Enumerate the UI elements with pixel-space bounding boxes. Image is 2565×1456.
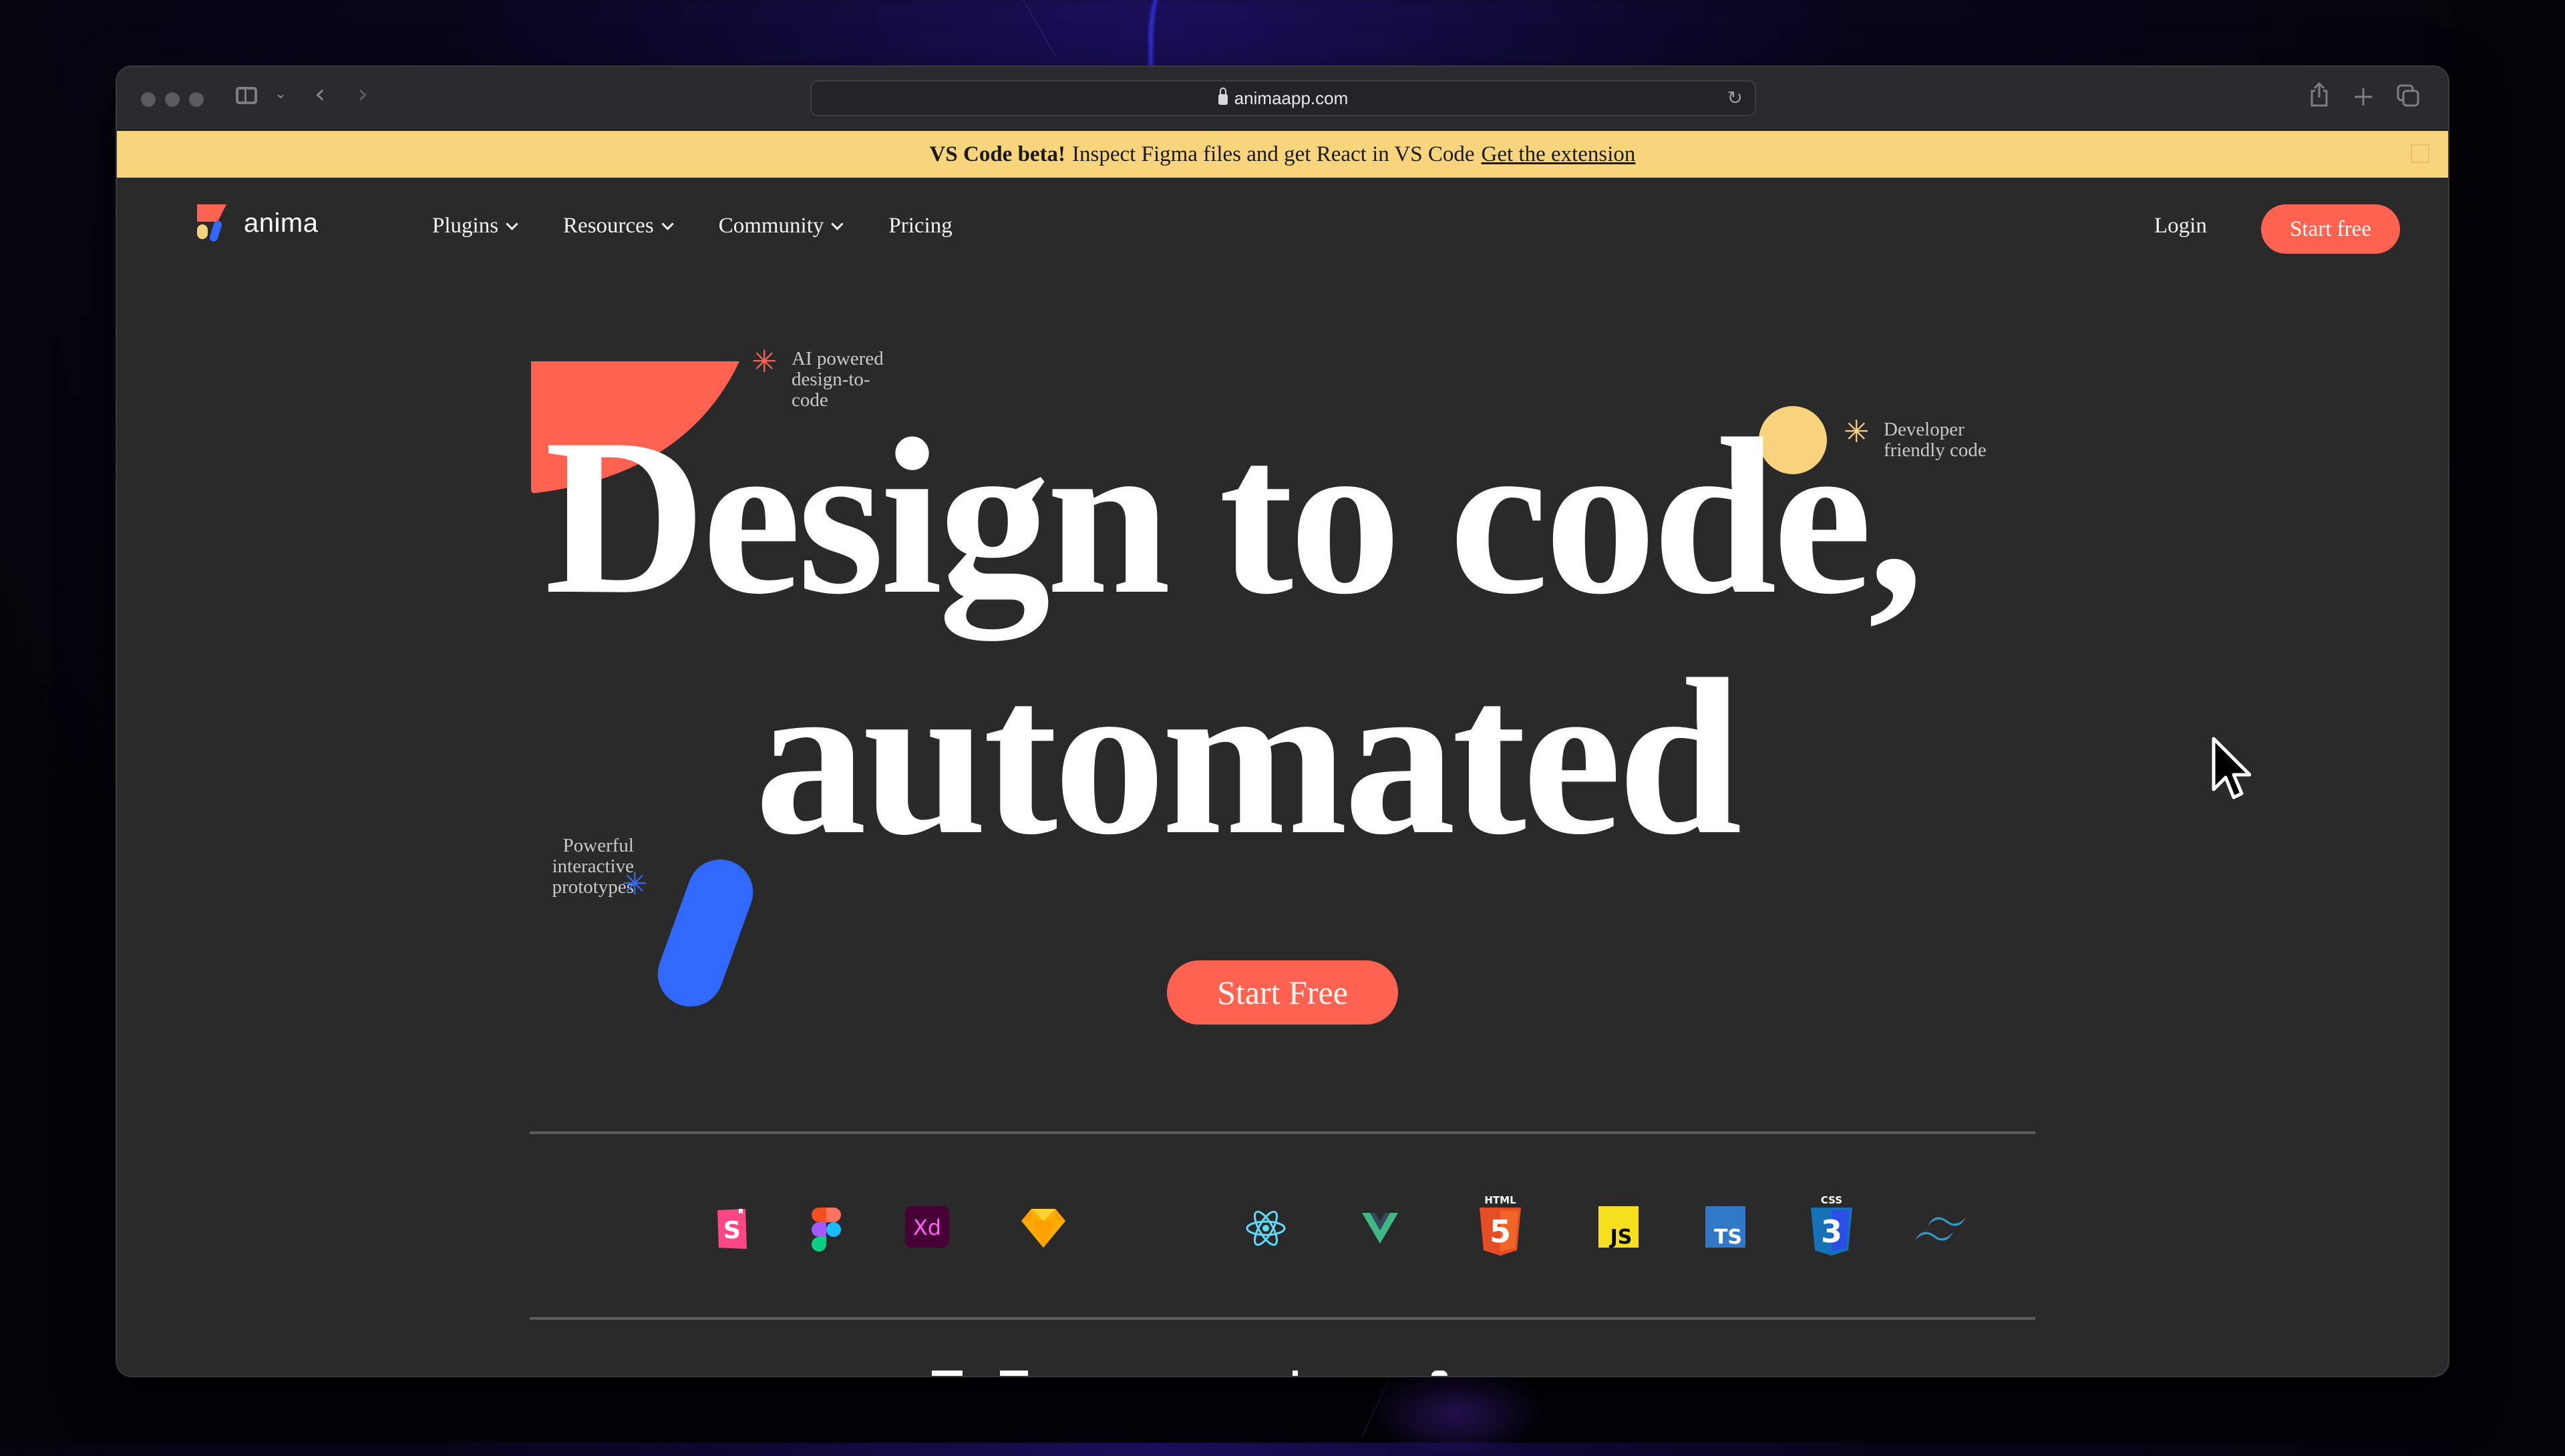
asterisk-icon: ✳ (751, 343, 778, 379)
svg-text:Xd: Xd (913, 1215, 941, 1240)
lock-icon (1218, 87, 1228, 105)
tag-interactive-prototypes: Powerful interactive prototypes (552, 835, 634, 898)
tag-ai-powered: AI powered design-to-code (792, 348, 884, 411)
figma-icon (812, 1208, 841, 1252)
browser-window: ⌄ ‹ › animaapp.com ↻ VS Code beta! Inspe… (117, 67, 2448, 1376)
javascript-icon: JS (1598, 1206, 1639, 1248)
svg-text:5: 5 (1490, 1214, 1511, 1250)
adobe-xd-icon: Xd (905, 1206, 949, 1248)
new-tab-icon[interactable] (2353, 87, 2373, 107)
forward-icon[interactable]: › (357, 79, 368, 110)
reload-icon[interactable]: ↻ (1727, 87, 1743, 109)
asterisk-icon: ✳ (1844, 413, 1870, 449)
hero-headline-line2: automated (755, 633, 1742, 881)
svg-text:S: S (723, 1217, 741, 1244)
asterisk-icon: ✳ (622, 866, 648, 902)
tag-developer-friendly: Developer friendly code (1884, 419, 1987, 461)
sketch-icon (1020, 1208, 1067, 1249)
vue-icon (1362, 1213, 1398, 1244)
browser-toolbar: ⌄ ‹ › animaapp.com ↻ (117, 67, 2448, 131)
svg-text:3: 3 (1821, 1214, 1842, 1250)
background-glow (1369, 1362, 1543, 1456)
svg-text:HTML: HTML (1484, 1194, 1516, 1206)
chevron-down-icon[interactable]: ⌄ (275, 85, 287, 102)
tabs-overview-icon[interactable] (2397, 84, 2419, 107)
background-line (1022, 0, 1057, 58)
banner-bold-text: VS Code beta! (929, 142, 1066, 166)
start-free-cta-button[interactable]: Start Free (1167, 960, 1398, 1025)
url-text: animaapp.com (1234, 87, 1349, 108)
announcement-banner: VS Code beta! Inspect Figma files and ge… (117, 131, 2448, 178)
cut-off-content (1431, 1371, 1447, 1376)
typescript-icon: TS (1705, 1206, 1745, 1248)
svg-text:TS: TS (1714, 1226, 1742, 1248)
hero-section: Design to code, automated ✳ AI powered d… (117, 178, 2448, 1376)
react-icon (1246, 1210, 1286, 1246)
sidebar-icon[interactable] (236, 87, 257, 104)
banner-text: Inspect Figma files and get React in VS … (1072, 142, 1475, 166)
get-extension-link[interactable]: Get the extension (1482, 142, 1636, 167)
share-icon[interactable] (2309, 81, 2329, 108)
cut-off-content (1293, 1371, 1298, 1376)
divider (530, 1317, 2035, 1320)
css3-icon: CSS 3 (1811, 1194, 1852, 1257)
blue-decorative-pill (648, 850, 763, 1016)
divider (530, 1131, 2035, 1134)
svg-text:CSS: CSS (1821, 1194, 1842, 1206)
hero-headline-line1: Design to code, (544, 393, 1924, 641)
address-bar[interactable]: animaapp.com ↻ (810, 80, 1756, 116)
tools-logo-row: S Xd HTML 5 JS TS CSS 3 (117, 1193, 2448, 1266)
back-icon[interactable]: ‹ (315, 79, 325, 110)
zoom-window-button[interactable] (189, 92, 204, 107)
svg-text:JS: JS (1609, 1226, 1633, 1248)
mouse-cursor-icon (2212, 737, 2251, 799)
storybook-icon: S (715, 1208, 749, 1250)
close-window-button[interactable] (141, 92, 156, 107)
cut-off-content (932, 1371, 963, 1376)
page-content: anima Plugins Resources Community Pricin… (117, 178, 2448, 1376)
tailwind-icon (1915, 1214, 1966, 1245)
html5-icon: HTML 5 (1480, 1194, 1521, 1257)
cut-off-content (1000, 1371, 1028, 1376)
banner-close-button[interactable] (2411, 144, 2429, 163)
minimize-window-button[interactable] (165, 92, 180, 107)
